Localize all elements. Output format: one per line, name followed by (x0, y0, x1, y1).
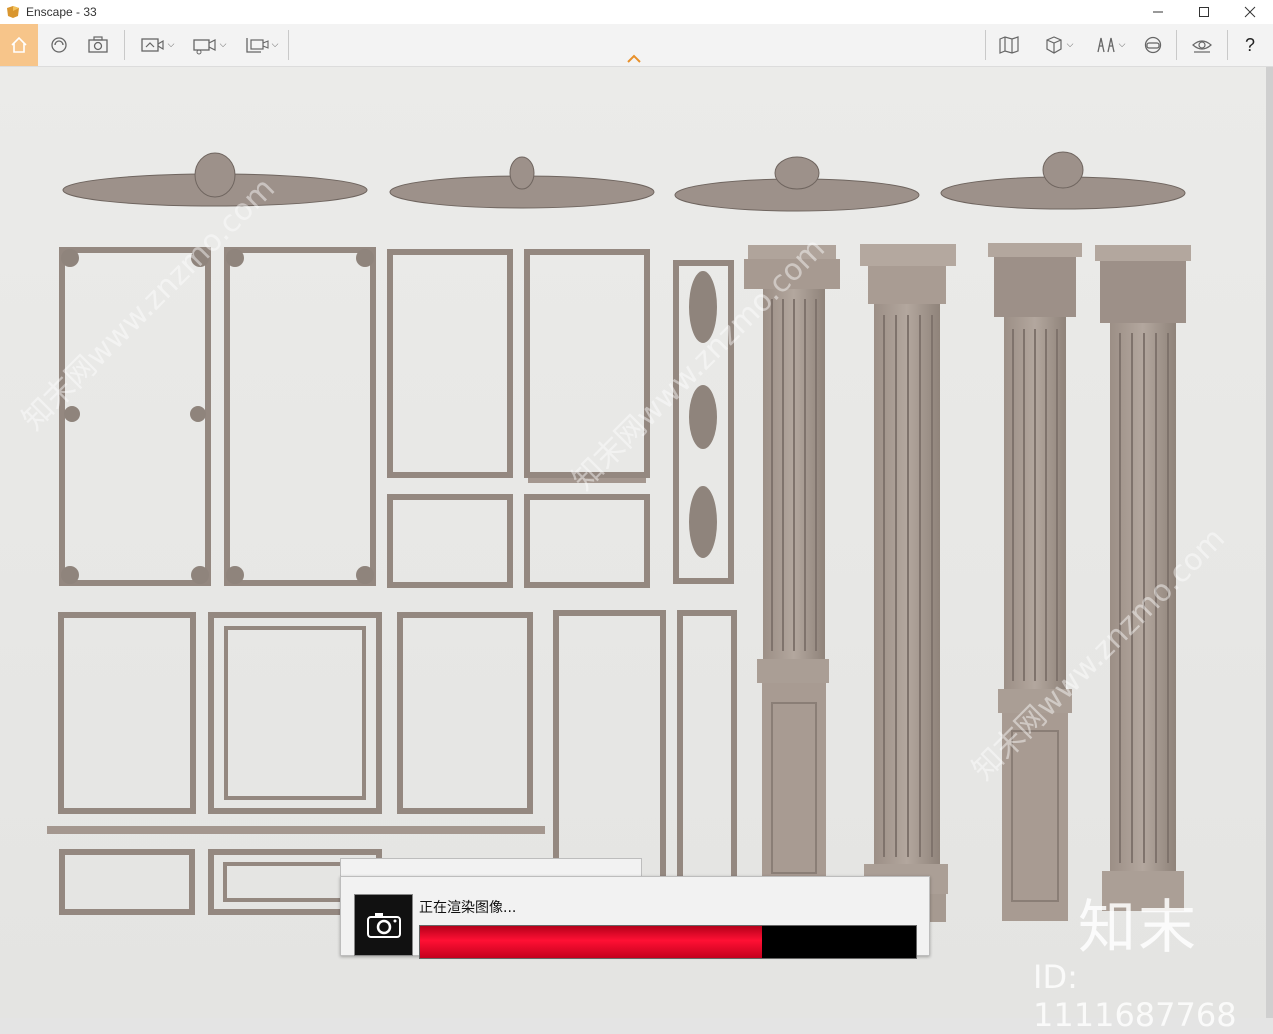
maximize-icon (1199, 7, 1209, 17)
brand-watermark: 知末 (1078, 893, 1199, 961)
close-button[interactable] (1227, 0, 1273, 24)
map-button[interactable] (995, 24, 1023, 66)
video-editor-icon (192, 39, 216, 55)
cube-view-icon (1045, 36, 1062, 54)
chevron-down-icon: ⌵ (167, 40, 175, 50)
minimize-button[interactable] (1135, 0, 1181, 24)
title-bar: Enscape - 33 (0, 0, 1273, 24)
enscape-window: Enscape - 33 ⌵ ⌵ ⌵ ⌵ ⌵ ? 知末网www.znzmo.co… (0, 0, 1273, 1034)
screenshot-button[interactable] (85, 24, 111, 66)
chevron-down-icon: ⌵ (219, 40, 227, 50)
asset-library-dropdown[interactable]: ⌵ (1086, 24, 1134, 66)
render-progress-bar (419, 925, 917, 959)
enscape-toolbar: ⌵ ⌵ ⌵ ⌵ ⌵ ? (0, 24, 1273, 67)
batch-render-dropdown[interactable]: ⌵ (238, 24, 284, 66)
home-button[interactable] (0, 24, 38, 66)
maximize-button[interactable] (1181, 0, 1227, 24)
render-view-icon (140, 38, 164, 52)
chevron-down-icon: ⌵ (271, 40, 279, 50)
minimize-icon (1153, 11, 1163, 13)
viewport-edge (1266, 67, 1273, 1018)
cube-view-dropdown[interactable]: ⌵ (1034, 24, 1082, 66)
visual-settings-icon (1192, 40, 1212, 53)
render-progress-dialog: 正在渲染图像... (340, 858, 930, 959)
capture-screenshot-icon (88, 36, 108, 53)
chevron-down-icon: ⌵ (1066, 40, 1074, 50)
orbit-icon (51, 37, 67, 53)
asset-library-icon (1096, 37, 1115, 53)
visual-settings-button[interactable] (1188, 24, 1216, 66)
video-editor-dropdown[interactable]: ⌵ (186, 24, 232, 66)
camera-icon (354, 894, 413, 956)
chevron-down-icon: ⌵ (1118, 40, 1126, 50)
help-label: ? (1244, 34, 1255, 55)
window-title: Enscape - 33 (26, 5, 97, 19)
vr-headset-button[interactable] (1140, 24, 1166, 66)
render-progress-fill (420, 926, 763, 958)
collapse-toolbar-icon[interactable] (626, 54, 642, 64)
orbit-button[interactable] (46, 24, 72, 66)
close-icon (1244, 6, 1256, 18)
batch-render-icon (245, 38, 269, 53)
home-icon (11, 36, 27, 53)
vr-headset-icon (1144, 36, 1162, 54)
help-button[interactable]: ? (1236, 24, 1264, 66)
id-watermark: ID: 1111687768 (1033, 958, 1237, 1034)
map-icon (999, 36, 1019, 54)
render-view-dropdown[interactable]: ⌵ (134, 24, 180, 66)
render-status-text: 正在渲染图像... (419, 900, 517, 916)
enscape-logo-icon (7, 6, 19, 18)
dialog-body: 正在渲染图像... (340, 876, 930, 959)
